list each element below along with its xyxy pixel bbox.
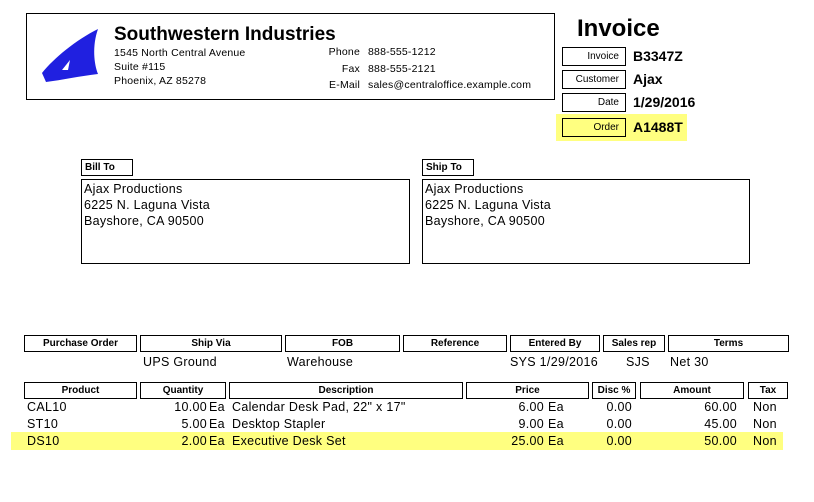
bill-to-line2: 6225 N. Laguna Vista bbox=[84, 198, 211, 212]
table-row-quantity: 10.00 bbox=[174, 400, 207, 414]
table-row-disc: 0.00 bbox=[606, 417, 632, 431]
company-name: Southwestern Industries bbox=[114, 24, 336, 45]
entered-by-value: SYS 1/29/2016 bbox=[510, 355, 598, 369]
table-row-amount: 45.00 bbox=[704, 417, 737, 431]
phone-value: 888-555-1212 bbox=[368, 46, 436, 58]
phone-label: Phone bbox=[328, 46, 360, 58]
table-row-price-unit: Ea bbox=[548, 400, 564, 414]
table-row-qty-unit: Ea bbox=[209, 434, 225, 448]
bill-to-label: Bill To bbox=[81, 159, 133, 176]
table-row-qty-unit: Ea bbox=[209, 417, 225, 431]
fax-label: Fax bbox=[341, 63, 360, 75]
company-address-line3: Phoenix, AZ 85278 bbox=[114, 75, 207, 87]
bill-to-line3: Bayshore, CA 90500 bbox=[84, 214, 205, 228]
sales-rep-header: Sales rep bbox=[603, 335, 665, 352]
ship-to-line1: Ajax Productions bbox=[425, 182, 524, 196]
email-value: sales@centraloffice.example.com bbox=[368, 79, 532, 91]
company-address-line1: 1545 North Central Avenue bbox=[114, 47, 246, 59]
table-row-qty-unit: Ea bbox=[209, 400, 225, 414]
table-row-price: 25.00 bbox=[511, 434, 544, 448]
table-row-amount: 50.00 bbox=[704, 434, 737, 448]
invoice-title: Invoice bbox=[577, 15, 660, 42]
table-row-disc: 0.00 bbox=[606, 434, 632, 448]
product-header: Product bbox=[24, 382, 137, 399]
ship-to-label: Ship To bbox=[422, 159, 474, 176]
purchase-order-header: Purchase Order bbox=[24, 335, 137, 352]
price-header: Price bbox=[466, 382, 589, 399]
table-row-price: 9.00 bbox=[518, 417, 544, 431]
table-row-tax: Non bbox=[753, 417, 777, 431]
quantity-header: Quantity bbox=[140, 382, 226, 399]
table-row-description: Executive Desk Set bbox=[232, 434, 346, 448]
sail-logo-icon bbox=[42, 29, 98, 82]
email-label: E-Mail bbox=[329, 79, 360, 91]
customer-label: Customer bbox=[562, 70, 626, 89]
table-row-price-unit: Ea bbox=[548, 417, 564, 431]
table-row-price-unit: Ea bbox=[548, 434, 564, 448]
tax-header: Tax bbox=[748, 382, 788, 399]
table-row-quantity: 5.00 bbox=[181, 417, 207, 431]
date-label: Date bbox=[562, 93, 626, 112]
amount-header: Amount bbox=[640, 382, 744, 399]
table-row-product: DS10 bbox=[27, 434, 60, 448]
table-row-quantity: 2.00 bbox=[181, 434, 207, 448]
table-row-tax: Non bbox=[753, 400, 777, 414]
table-row-product: ST10 bbox=[27, 417, 59, 431]
ship-to-line3: Bayshore, CA 90500 bbox=[425, 214, 546, 228]
ship-via-header: Ship Via bbox=[140, 335, 282, 352]
fax-value: 888-555-2121 bbox=[368, 63, 436, 75]
table-row-product: CAL10 bbox=[27, 400, 67, 414]
date-value: 1/29/2016 bbox=[633, 94, 696, 110]
ship-to-line2: 6225 N. Laguna Vista bbox=[425, 198, 552, 212]
invoice-number-label: Invoice bbox=[562, 47, 626, 66]
terms-value: Net 30 bbox=[670, 355, 709, 369]
sales-rep-value: SJS bbox=[626, 355, 650, 369]
disc-header: Disc % bbox=[592, 382, 636, 399]
table-row-description: Calendar Desk Pad, 22" x 17" bbox=[232, 400, 406, 414]
table-row-description: Desktop Stapler bbox=[232, 417, 326, 431]
terms-header: Terms bbox=[668, 335, 789, 352]
company-address-line2: Suite #115 bbox=[114, 61, 166, 73]
description-header: Description bbox=[229, 382, 463, 399]
entered-by-header: Entered By bbox=[510, 335, 600, 352]
invoice-number-value: B3347Z bbox=[633, 48, 683, 64]
reference-header: Reference bbox=[403, 335, 507, 352]
table-row-amount: 60.00 bbox=[704, 400, 737, 414]
customer-value: Ajax bbox=[633, 71, 663, 87]
fob-header: FOB bbox=[285, 335, 400, 352]
ship-via-value: UPS Ground bbox=[143, 355, 217, 369]
order-value: A1488T bbox=[633, 119, 683, 135]
table-row-price: 6.00 bbox=[518, 400, 544, 414]
bill-to-line1: Ajax Productions bbox=[84, 182, 183, 196]
table-row-disc: 0.00 bbox=[606, 400, 632, 414]
order-label: Order bbox=[562, 118, 626, 137]
fob-value: Warehouse bbox=[287, 355, 354, 369]
table-row-tax: Non bbox=[753, 434, 777, 448]
